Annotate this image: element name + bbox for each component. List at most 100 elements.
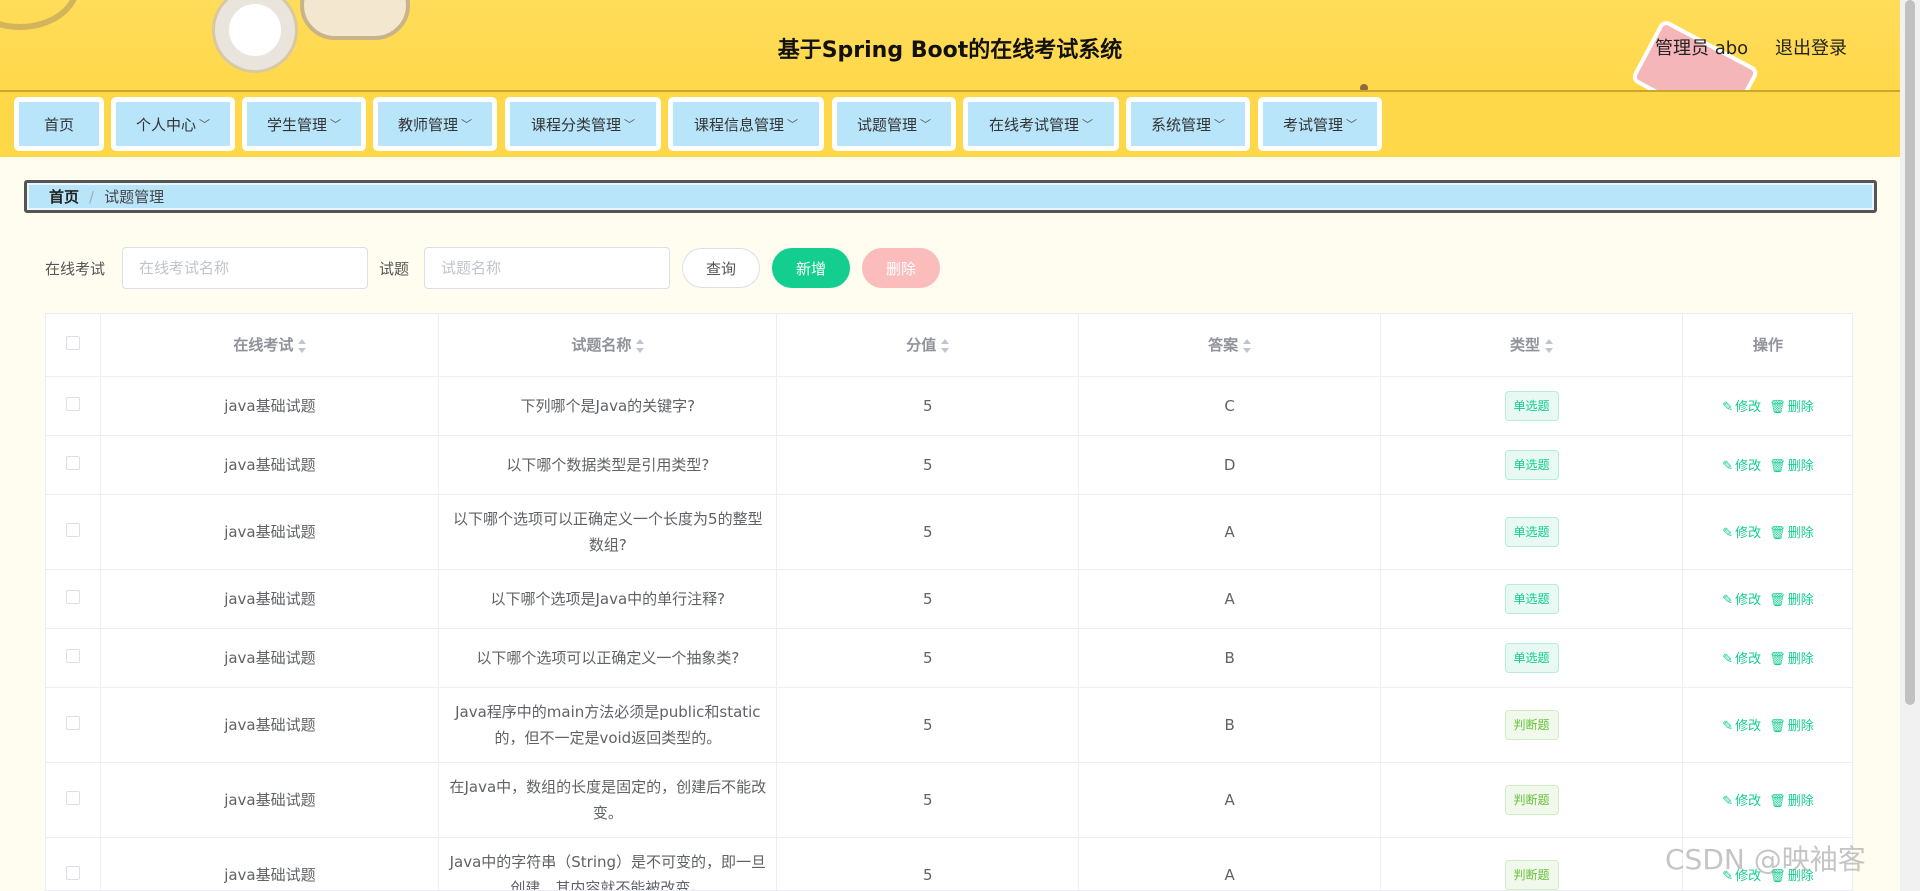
chevron-down-icon: ﹀	[330, 118, 341, 131]
answer-cell: A	[1078, 762, 1382, 838]
score-cell: 5	[776, 628, 1080, 688]
edit-button[interactable]: ✎ 修改	[1722, 526, 1761, 541]
row-checkbox[interactable]	[66, 522, 81, 537]
question-cell: Java中的字符串（String）是不可变的，即一旦创建，其内容就不能被改变。	[438, 837, 778, 891]
column-header-exam[interactable]: 在线考试	[100, 314, 440, 377]
row-checkbox[interactable]	[66, 455, 81, 470]
delete-button[interactable]: 🗑 删除	[1769, 652, 1814, 667]
logout-button[interactable]: 退出登录	[1775, 34, 1847, 60]
column-header-type[interactable]: 类型	[1380, 314, 1683, 377]
exam-cell: java基础试题	[100, 494, 440, 570]
delete-button[interactable]: 🗑 删除	[1769, 593, 1814, 608]
edit-icon: ✎	[1722, 593, 1734, 608]
row-checkbox[interactable]	[66, 715, 81, 730]
delete-button[interactable]: 🗑 删除	[1769, 459, 1814, 474]
question-cell: 以下哪个选项可以正确定义一个抽象类?	[438, 628, 778, 688]
answer-cell: B	[1078, 687, 1382, 763]
sort-icon[interactable]	[1545, 338, 1554, 353]
nav-item-exam-management[interactable]: 考试管理 ﹀	[1258, 97, 1382, 151]
nav-item-label: 个人中心	[135, 115, 196, 134]
select-all-checkbox[interactable]	[66, 335, 81, 350]
row-checkbox[interactable]	[66, 648, 81, 663]
query-button[interactable]: 查询	[682, 248, 760, 288]
nav-item-label: 首页	[43, 115, 74, 134]
column-header-label: 操作	[1752, 336, 1783, 355]
row-checkbox[interactable]	[66, 865, 81, 880]
edit-icon: ✎	[1722, 719, 1734, 734]
breadcrumb-home[interactable]: 首页	[49, 186, 79, 207]
nav-item-personal-center[interactable]: 个人中心 ﹀	[111, 97, 235, 151]
row-checkbox[interactable]	[66, 790, 81, 805]
nav-item-home[interactable]: 首页	[14, 97, 104, 151]
question-cell: 以下哪个数据类型是引用类型?	[438, 435, 778, 495]
nav-item-course-info[interactable]: 课程信息管理 ﹀	[668, 97, 824, 151]
batch-delete-button[interactable]: 删除	[862, 248, 940, 288]
watermark: CSDN @映袖客	[1665, 843, 1866, 876]
delete-button[interactable]: 🗑 删除	[1769, 719, 1814, 734]
edit-label: 修改	[1735, 794, 1762, 809]
table-header-row: 在线考试 试题名称 分值 答案 类型 操作	[46, 314, 1852, 377]
column-header-label: 分值	[906, 336, 937, 355]
actions-cell: ✎ 修改 🗑 删除	[1682, 762, 1852, 838]
column-header-answer[interactable]: 答案	[1078, 314, 1382, 377]
exam-search-input[interactable]	[122, 247, 368, 289]
nav-item-students[interactable]: 学生管理 ﹀	[242, 97, 366, 151]
type-tag: 单选题	[1504, 516, 1559, 547]
table-row: java基础试题 下列哪个是Java的关键字? 5 C 单选题 ✎ 修改 🗑 删除	[46, 376, 1852, 436]
nav-item-label: 课程分类管理	[530, 115, 621, 134]
trash-icon: 🗑	[1769, 400, 1786, 415]
row-checkbox[interactable]	[66, 396, 81, 411]
question-text: 以下哪个选项可以正确定义一个长度为5的整型数组?	[453, 509, 763, 554]
row-checkbox[interactable]	[66, 589, 81, 604]
chevron-down-icon: ﹀	[199, 118, 210, 131]
column-header-question[interactable]: 试题名称	[438, 314, 778, 377]
edit-button[interactable]: ✎ 修改	[1722, 719, 1761, 734]
edit-button[interactable]: ✎ 修改	[1722, 400, 1761, 415]
question-text: Java中的字符串（String）是不可变的，即一旦创建，其内容就不能被改变。	[449, 852, 767, 891]
questions-table: 在线考试 试题名称 分值 答案 类型 操作 java基础试题 下列哪个是Java…	[45, 313, 1853, 891]
nav-item-system[interactable]: 系统管理 ﹀	[1126, 97, 1250, 151]
actions-cell: ✎ 修改 🗑 删除	[1682, 569, 1852, 629]
type-cell: 单选题	[1380, 569, 1683, 629]
table-row: java基础试题 以下哪个选项是Java中的单行注释? 5 A 单选题 ✎ 修改 🗑…	[46, 569, 1852, 629]
type-tag: 单选题	[1504, 642, 1559, 673]
sort-icon[interactable]	[1243, 338, 1252, 353]
nav-item-course-categories[interactable]: 课程分类管理 ﹀	[505, 97, 661, 151]
delete-button[interactable]: 🗑 删除	[1769, 526, 1814, 541]
sort-icon[interactable]	[636, 338, 645, 353]
exam-cell: java基础试题	[100, 628, 440, 688]
nav-item-teachers[interactable]: 教师管理 ﹀	[373, 97, 497, 151]
chevron-down-icon: ﹀	[1214, 118, 1225, 131]
answer-cell: A	[1078, 494, 1382, 570]
question-search-input[interactable]	[424, 247, 670, 289]
type-tag: 单选题	[1504, 583, 1559, 614]
table-row: java基础试题 在Java中，数组的长度是固定的，创建后不能改变。 5 A 判…	[46, 762, 1852, 838]
main-nav: 首页 个人中心 ﹀ 学生管理 ﹀ 教师管理 ﹀ 课程分类管理 ﹀ 课程信息管理 ﹀ 试题管…	[0, 92, 1900, 157]
nav-item-questions[interactable]: 试题管理 ﹀	[832, 97, 956, 151]
nav-item-online-exams[interactable]: 在线考试管理 ﹀	[963, 97, 1119, 151]
column-header-actions: 操作	[1682, 314, 1852, 377]
question-cell: 在Java中，数组的长度是固定的，创建后不能改变。	[438, 762, 778, 838]
sort-icon[interactable]	[941, 338, 950, 353]
add-button[interactable]: 新增	[772, 248, 850, 288]
delete-button[interactable]: 🗑 删除	[1769, 400, 1814, 415]
select-all-cell	[46, 314, 102, 377]
chevron-down-icon: ﹀	[1082, 118, 1093, 131]
edit-button[interactable]: ✎ 修改	[1722, 459, 1761, 474]
sort-icon[interactable]	[298, 338, 307, 353]
edit-label: 修改	[1735, 652, 1762, 667]
column-header-score[interactable]: 分值	[776, 314, 1080, 377]
edit-button[interactable]: ✎ 修改	[1722, 593, 1761, 608]
edit-icon: ✎	[1722, 794, 1734, 809]
delete-button[interactable]: 🗑 删除	[1769, 794, 1814, 809]
breadcrumb-current: 试题管理	[104, 188, 165, 206]
nav-item-label: 在线考试管理	[988, 115, 1079, 134]
edit-button[interactable]: ✎ 修改	[1722, 652, 1761, 667]
page-scrollbar[interactable]	[1900, 0, 1920, 891]
question-cell: 以下哪个选项可以正确定义一个长度为5的整型数组?	[438, 494, 778, 570]
delete-label: 删除	[1787, 459, 1814, 474]
edit-button[interactable]: ✎ 修改	[1722, 794, 1761, 809]
type-cell: 单选题	[1380, 628, 1683, 688]
edit-label: 修改	[1735, 526, 1762, 541]
scrollbar-thumb[interactable]	[1905, 0, 1915, 705]
